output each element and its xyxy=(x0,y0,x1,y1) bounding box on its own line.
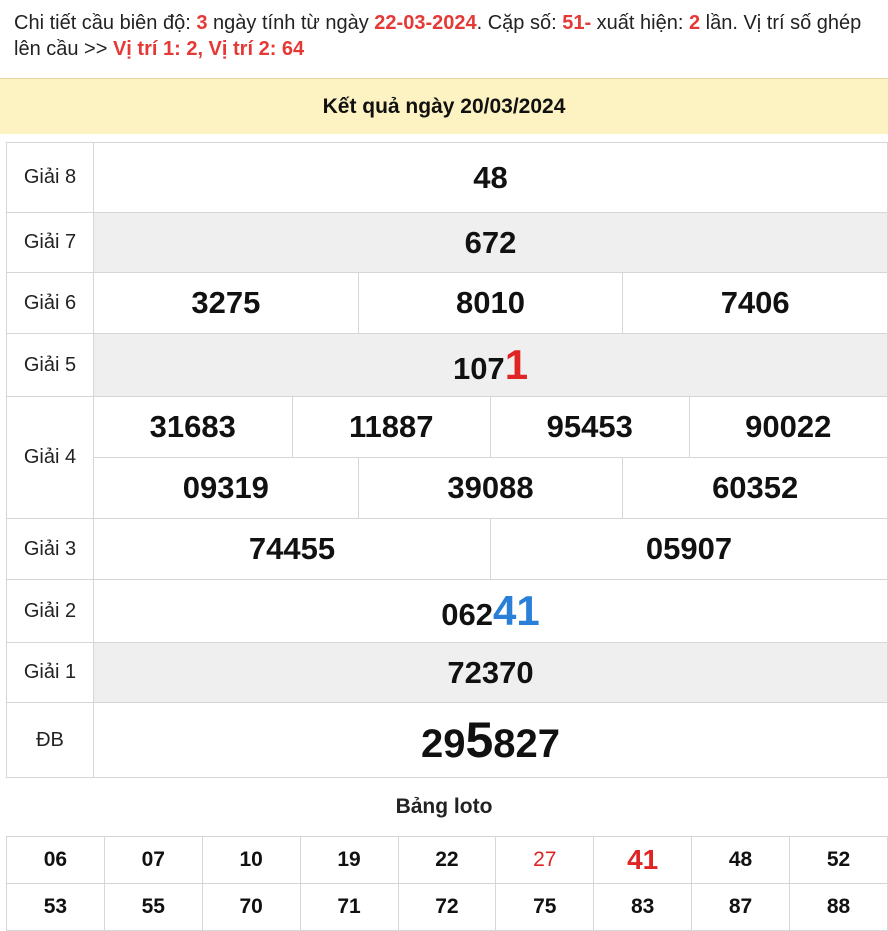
loto-cell: 88 xyxy=(789,883,888,931)
prize-label: Giải 3 xyxy=(6,518,94,580)
prize-row-g7: Giải 7 672 xyxy=(6,212,888,273)
intro-days: 3 xyxy=(196,12,208,34)
intro-times: 2 xyxy=(688,12,701,34)
prize-label: Giải 7 xyxy=(6,212,94,273)
prize-row-g8: Giải 8 48 xyxy=(6,142,888,213)
prize-label: Giải 4 xyxy=(6,396,94,519)
prize-label: Giải 5 xyxy=(6,333,94,397)
prize-label: Giải 6 xyxy=(6,272,94,334)
prize-row-g4-2: 09319 39088 60352 xyxy=(7,457,888,519)
prize-row-db: ĐB 295827 xyxy=(6,702,888,778)
loto-title: Bảng loto xyxy=(395,795,493,818)
intro-text-4: xuất hiện: xyxy=(591,12,689,34)
prize-row-g1: Giải 1 72370 xyxy=(6,642,888,703)
loto-cell: 07 xyxy=(103,836,203,884)
intro-text-2: ngày tính từ ngày xyxy=(207,12,375,34)
loto-cell: 27 xyxy=(495,836,595,884)
loto-cell: 55 xyxy=(103,883,203,931)
loto-cell: 41 xyxy=(593,836,693,884)
loto-row: 53 55 70 71 72 75 83 87 88 xyxy=(6,883,888,931)
loto-cell: 83 xyxy=(593,883,693,931)
prize-value: 60352 xyxy=(622,458,887,518)
prize-label: Giải 8 xyxy=(6,142,94,213)
intro-text-1: Chi tiết cầu biên độ: xyxy=(14,12,197,34)
highlight-digits: 41 xyxy=(493,587,540,634)
prize-value: 7406 xyxy=(622,273,887,333)
prize-value: 72370 xyxy=(93,642,888,703)
prize-value: 06241 xyxy=(93,579,888,643)
loto-cell: 72 xyxy=(397,883,497,931)
loto-cell: 06 xyxy=(6,836,105,884)
prize-label: Giải 2 xyxy=(6,579,94,643)
loto-cell: 52 xyxy=(789,836,888,884)
cau-detail-text: Chi tiết cầu biên độ: 3 ngày tính từ ngà… xyxy=(14,10,882,62)
prize-value: 39088 xyxy=(357,458,623,518)
prize-row-g6: Giải 6 3275 8010 7406 xyxy=(6,272,888,334)
loto-cell: 19 xyxy=(299,836,399,884)
loto-cell: 71 xyxy=(299,883,399,931)
highlight-digit: 1 xyxy=(504,341,529,388)
loto-cell: 10 xyxy=(201,836,301,884)
prize-row-g5: Giải 5 1071 xyxy=(6,333,888,397)
prize-value: 31683 xyxy=(149,409,236,444)
intro-positions: Vị trí 1: 2, Vị trí 2: 64 xyxy=(112,38,305,60)
result-date-header: Kết quả ngày 20/03/2024 xyxy=(0,78,888,134)
prize-value: 48 xyxy=(93,142,888,213)
loto-cell: 70 xyxy=(201,883,301,931)
prize-value: 672 xyxy=(93,212,888,273)
intro-pair: 51- xyxy=(562,12,592,34)
prize-value: 295827 xyxy=(93,702,888,778)
prize-label: Giải 1 xyxy=(6,642,94,703)
prize-value: 74455 xyxy=(248,531,336,566)
prize-value: 95453 xyxy=(490,397,689,457)
prize-value: 3275 xyxy=(191,285,261,320)
prize-value: 09319 xyxy=(182,470,269,505)
loto-cell: 53 xyxy=(6,883,105,931)
prize-row-g2: Giải 2 06241 xyxy=(6,579,888,643)
intro-date: 22-03-2024 xyxy=(374,12,477,34)
prize-value: 05907 xyxy=(490,519,887,579)
loto-cell: 22 xyxy=(397,836,497,884)
prize-value: 90022 xyxy=(688,397,888,457)
prize-value: 1071 xyxy=(93,333,888,397)
loto-row: 06 07 10 19 22 27 41 48 52 xyxy=(6,836,888,884)
prize-label: ĐB xyxy=(6,702,94,778)
prize-row-g3: Giải 3 74455 05907 xyxy=(6,518,888,580)
prize-value: 11887 xyxy=(291,397,491,457)
loto-cell: 48 xyxy=(691,836,790,884)
loto-cell: 75 xyxy=(495,883,595,931)
loto-table: 06 07 10 19 22 27 41 48 52 53 55 70 71 7… xyxy=(6,836,888,931)
intro-text-3: . Cặp số: xyxy=(476,12,563,34)
loto-cell: 87 xyxy=(691,883,790,931)
highlight-digit: 5 xyxy=(465,712,494,768)
results-table: Giải 8 48 Giải 7 672 Giải 6 3275 8010 74… xyxy=(6,142,888,778)
prize-row-g4: Giải 4 31683 11887 95453 90022 xyxy=(6,396,888,519)
prize-value: 8010 xyxy=(357,273,623,333)
